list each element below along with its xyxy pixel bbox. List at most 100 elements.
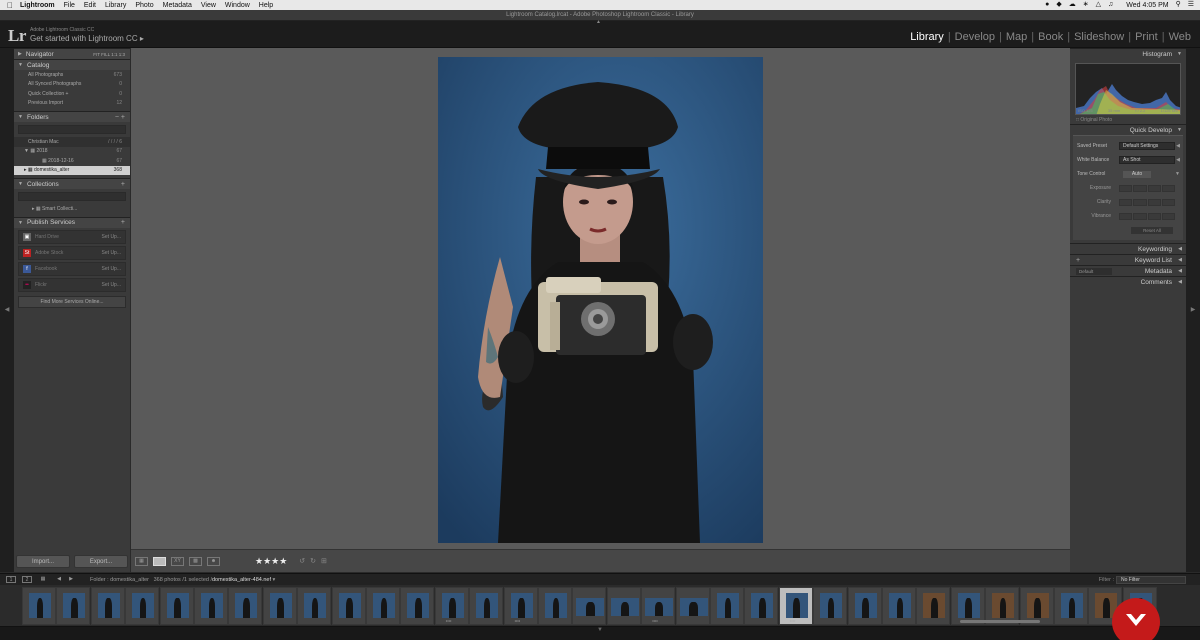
filmstrip-thumbnail[interactable]: •••• <box>434 587 469 625</box>
bottom-panel-toggle[interactable]: ▼ <box>0 627 1200 640</box>
menubar-clock[interactable]: Wed 4:05 PM <box>1126 2 1168 9</box>
filmstrip-thumbnail-selected[interactable]: •••• <box>778 587 813 625</box>
survey-view-icon[interactable]: ▩ <box>189 556 202 566</box>
menu-photo[interactable]: Photo <box>135 2 153 9</box>
keyword-list-header[interactable]: + Keyword List ◀ <box>1070 254 1186 265</box>
filmstrip-thumbnail[interactable] <box>744 587 779 625</box>
catalog-item[interactable]: All Photographs 673 <box>14 70 130 80</box>
filmstrip-thumbnail[interactable] <box>297 587 332 625</box>
filmstrip-thumbnail[interactable] <box>22 587 56 625</box>
grid-view-icon[interactable]: ▦ <box>135 556 148 566</box>
filmstrip-thumbnail[interactable] <box>90 587 125 625</box>
collapse-down-icon[interactable]: ▼ <box>597 627 603 633</box>
module-slideshow[interactable]: Slideshow <box>1070 31 1128 43</box>
menu-edit[interactable]: Edit <box>84 2 96 9</box>
publish-service[interactable]: St Adobe Stock Set Up... <box>18 245 126 260</box>
folder-search-field[interactable] <box>18 125 126 134</box>
find-more-services-button[interactable]: Find More Services Online... <box>18 295 126 308</box>
filmstrip-thumbnail[interactable] <box>710 587 744 625</box>
loupe-view[interactable] <box>131 48 1070 549</box>
expand-icon[interactable]: ◀ <box>1176 157 1180 163</box>
filmstrip-thumbnail[interactable] <box>882 587 916 625</box>
publish-service[interactable]: •• Flickr Set Up... <box>18 277 126 292</box>
star-rating[interactable]: ★★★★ <box>255 556 287 567</box>
histogram-header[interactable]: Histogram ▼ <box>1070 48 1186 59</box>
filmstrip-thumbnail[interactable] <box>847 587 882 625</box>
metadata-preset-select[interactable]: Default <box>1076 268 1112 275</box>
dropbox-icon[interactable]: ◆ <box>1056 0 1061 10</box>
filmstrip-thumbnail[interactable] <box>56 587 91 625</box>
saved-preset-select[interactable]: Default Settings <box>1119 142 1175 150</box>
filmstrip-thumbnail[interactable] <box>194 587 228 625</box>
apple-icon[interactable]:  <box>0 1 20 10</box>
main-photo[interactable] <box>438 57 763 543</box>
comments-header[interactable]: Comments ◀ <box>1070 276 1186 287</box>
catalog-item[interactable]: All Synced Photographs 0 <box>14 80 130 90</box>
filmstrip-thumbnail[interactable] <box>262 587 297 625</box>
import-button[interactable]: Import... <box>16 555 70 568</box>
filmstrip-thumbnail[interactable] <box>675 587 710 625</box>
catalog-item[interactable]: Quick Collection +0 <box>14 89 130 99</box>
forward-arrow-icon[interactable]: ▶ <box>66 576 76 583</box>
histogram[interactable]: ISO 125 35 mm f / 2.2 1/125 sec <box>1075 63 1181 115</box>
volume-row[interactable]: Christian Mac / / / / 6 <box>14 137 130 147</box>
menu-library[interactable]: Library <box>105 2 126 9</box>
filmstrip-thumbnail[interactable] <box>125 587 160 625</box>
collection-search-field[interactable] <box>18 192 126 201</box>
search-icon[interactable]: ⚲ <box>1176 0 1181 10</box>
publish-services-header[interactable]: ▼ Publish Services + <box>14 216 130 228</box>
vibrance-stepper[interactable] <box>1119 212 1175 220</box>
filmstrip-thumbnail[interactable] <box>1054 587 1088 625</box>
clarity-stepper[interactable] <box>1119 198 1175 206</box>
filmstrip-thumbnail[interactable] <box>572 587 607 625</box>
module-map[interactable]: Map <box>1002 31 1031 43</box>
folder-item[interactable]: ▦ 2018-12-16 67 <box>14 156 130 166</box>
menu-lightroom[interactable]: Lightroom <box>20 2 55 9</box>
expand-icon[interactable]: ◀ <box>1176 143 1180 149</box>
record-icon[interactable]: ● <box>1045 0 1049 10</box>
metadata-header[interactable]: Default Metadata ◀ <box>1070 265 1186 276</box>
quick-develop-header[interactable]: Quick Develop ▼ <box>1070 124 1186 135</box>
filmstrip-thumbnail[interactable] <box>469 587 504 625</box>
second-display-icon[interactable]: 2 <box>22 576 32 583</box>
right-panel-edge[interactable]: ▶ <box>1186 48 1200 572</box>
identity-plate[interactable]: Adobe Lightroom Classic CC Get started w… <box>30 27 144 43</box>
publish-service[interactable]: ▣ Hard Drive Set Up... <box>18 229 126 244</box>
filmstrip-thumbnail[interactable] <box>916 587 951 625</box>
keywording-header[interactable]: Keywording ◀ <box>1070 243 1186 254</box>
wifi-icon[interactable]: △ <box>1096 0 1101 10</box>
menu-metadata[interactable]: Metadata <box>163 2 192 9</box>
navigator-zoom[interactable]: FIT FILL 1:1 1:3 <box>93 52 125 57</box>
right-collapse-icon[interactable]: ▶ <box>1186 306 1200 313</box>
reset-all-button[interactable]: Reset All <box>1131 226 1173 234</box>
filmstrip-thumbnail[interactable] <box>400 587 435 625</box>
back-arrow-icon[interactable]: ◀ <box>54 576 64 583</box>
collection-item[interactable]: ▸ ▦ Smart Collecti... <box>14 204 130 214</box>
auto-tone-button[interactable]: Auto <box>1123 170 1151 178</box>
menu-file[interactable]: File <box>64 2 75 9</box>
publish-service[interactable]: f Facebook Set Up... <box>18 261 126 276</box>
menu-list-icon[interactable]: ☰ <box>1188 0 1194 10</box>
export-button[interactable]: Export... <box>74 555 128 568</box>
rotate-right-icon[interactable]: ↻ <box>310 557 316 565</box>
module-print[interactable]: Print <box>1131 31 1162 43</box>
module-book[interactable]: Book <box>1034 31 1067 43</box>
collection-add-icon[interactable]: + <box>121 181 125 188</box>
folders-header[interactable]: ▼ Folders − + <box>14 111 130 122</box>
publish-add-icon[interactable]: + <box>121 219 125 226</box>
module-web[interactable]: Web <box>1165 31 1195 43</box>
filmstrip-thumbnail[interactable] <box>538 587 572 625</box>
loupe-view-icon[interactable] <box>153 556 166 566</box>
filmstrip-thumbnail[interactable]: •••• <box>503 587 538 625</box>
catalog-header[interactable]: ▼ Catalog <box>14 59 130 70</box>
bluetooth-icon[interactable]: ∗ <box>1083 0 1089 10</box>
filmstrip-thumbnail[interactable] <box>159 587 194 625</box>
second-window-icon[interactable]: 1 <box>6 576 16 583</box>
white-balance-select[interactable]: As Shot <box>1119 156 1175 164</box>
filmstrip-thumbnail[interactable] <box>813 587 848 625</box>
compare-view-icon[interactable]: XY <box>171 556 184 566</box>
left-panel-edge[interactable]: ◀ <box>0 48 14 572</box>
left-collapse-icon[interactable]: ◀ <box>0 306 14 313</box>
filmstrip-scrollbar[interactable] <box>960 620 1040 623</box>
rotate-left-icon[interactable]: ↺ <box>299 557 305 565</box>
